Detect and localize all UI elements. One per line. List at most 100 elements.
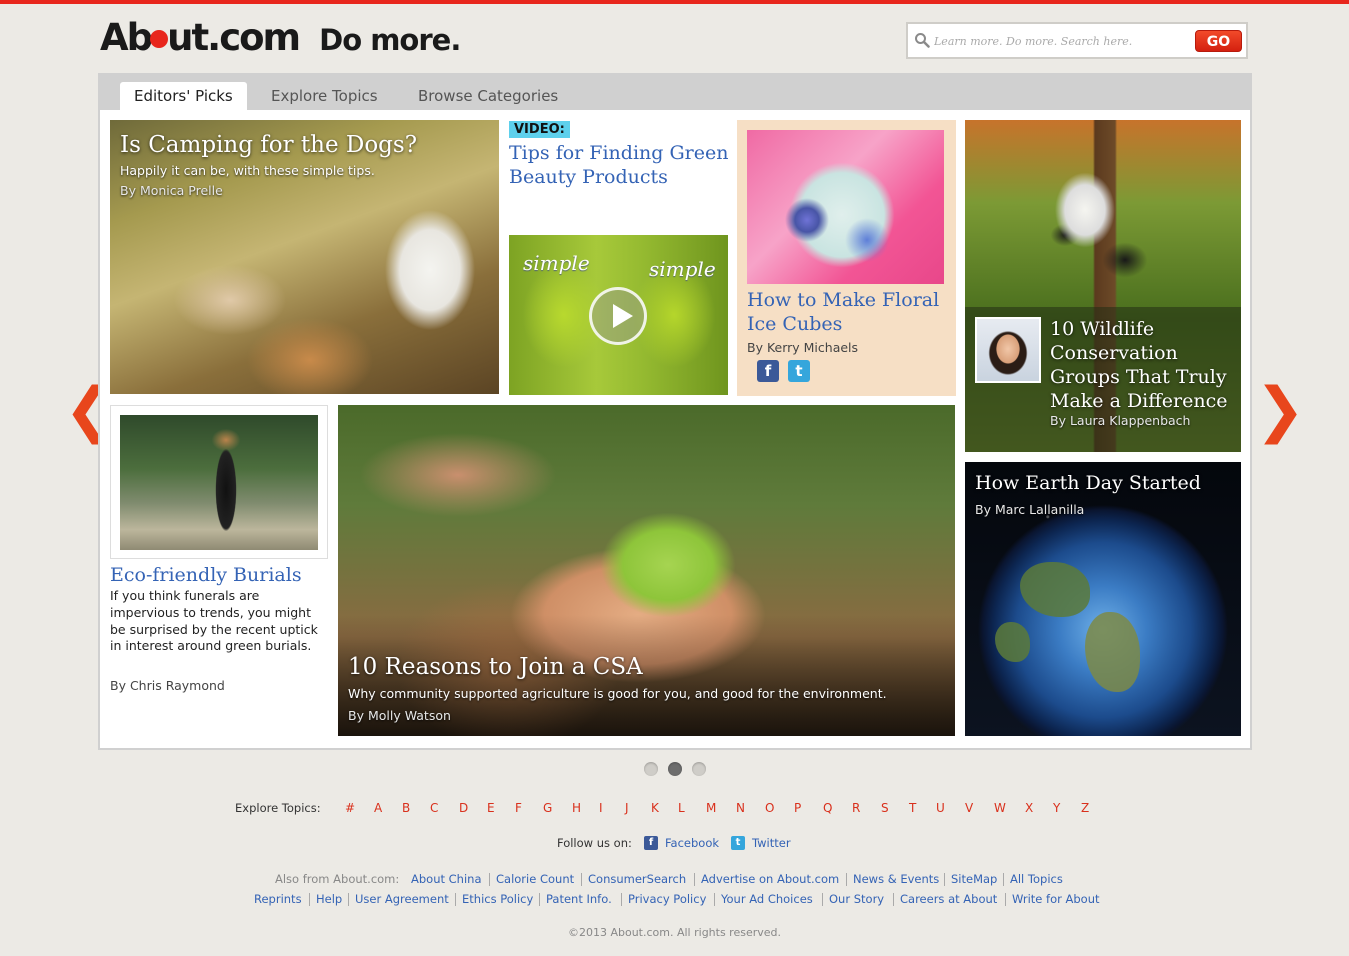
- topic-letter-link[interactable]: E: [487, 801, 495, 815]
- topic-letter-link[interactable]: V: [965, 801, 973, 815]
- topic-letter-link[interactable]: U: [936, 801, 945, 815]
- topic-letter-link[interactable]: W: [994, 801, 1006, 815]
- footer-link[interactable]: News & Events: [853, 872, 939, 886]
- footer-link[interactable]: Write for About: [1012, 892, 1100, 906]
- link-separator: [846, 873, 847, 886]
- card-title-link[interactable]: Eco-friendly Burials: [110, 563, 302, 587]
- topic-letter-link[interactable]: C: [430, 801, 438, 815]
- topic-letter-link[interactable]: Y: [1053, 801, 1060, 815]
- card-title[interactable]: 10 Reasons to Join a CSA: [348, 654, 643, 680]
- twitter-icon[interactable]: t: [788, 360, 810, 382]
- also-from-label: Also from About.com:: [275, 872, 400, 886]
- topic-letter-link[interactable]: X: [1025, 801, 1033, 815]
- go-button[interactable]: GO: [1195, 30, 1242, 52]
- prev-arrow-icon[interactable]: ❮: [64, 380, 114, 442]
- floral-ice-cubes-image[interactable]: [747, 130, 944, 284]
- video-title-link[interactable]: Tips for Finding Green Beauty Products: [509, 141, 729, 189]
- footer-link[interactable]: SiteMap: [951, 872, 997, 886]
- topic-letter-link[interactable]: K: [651, 801, 659, 815]
- footer-link[interactable]: ConsumerSearch: [588, 872, 686, 886]
- footer-link[interactable]: Reprints: [254, 892, 302, 906]
- card-description: If you think funerals are impervious to …: [110, 588, 318, 654]
- logo-dot-icon: [150, 30, 169, 48]
- burials-image: [120, 415, 318, 550]
- camping-card[interactable]: Is Camping for the Dogs? Happily it can …: [110, 120, 499, 394]
- link-separator: [539, 893, 540, 906]
- twitter-icon[interactable]: t: [731, 836, 745, 850]
- csa-card[interactable]: 10 Reasons to Join a CSA Why community s…: [338, 405, 955, 736]
- topic-letter-link[interactable]: G: [543, 801, 552, 815]
- wildlife-card[interactable]: 10 Wildlife Conservation Groups That Tru…: [965, 120, 1241, 452]
- footer-link[interactable]: Your Ad Choices: [721, 892, 813, 906]
- footer-link[interactable]: Our Story: [829, 892, 884, 906]
- topic-letter-link[interactable]: N: [736, 801, 745, 815]
- card-title-link[interactable]: How to Make Floral Ice Cubes: [747, 288, 947, 336]
- card-byline: By Kerry Michaels: [747, 340, 859, 355]
- footer-link[interactable]: Advertise on About.com: [701, 872, 839, 886]
- topic-letter-link[interactable]: F: [515, 801, 522, 815]
- footer-link[interactable]: Patent Info.: [546, 892, 612, 906]
- topic-letter-link[interactable]: J: [625, 801, 629, 815]
- topic-letter-link[interactable]: R: [852, 801, 860, 815]
- tab-editors-picks[interactable]: Editors' Picks: [120, 82, 247, 110]
- facebook-icon[interactable]: f: [757, 360, 779, 382]
- editors-picks-panel: Editors' Picks Explore Topics Browse Cat…: [98, 73, 1252, 750]
- card-title[interactable]: How Earth Day Started: [975, 472, 1201, 494]
- footer-link[interactable]: User Agreement: [355, 892, 449, 906]
- earth-land: [995, 622, 1030, 662]
- link-separator: [581, 873, 582, 886]
- burials-image-frame[interactable]: [110, 405, 328, 559]
- tagline: Do more.: [319, 23, 461, 57]
- topic-letter-link[interactable]: D: [459, 801, 468, 815]
- topic-letter-link[interactable]: S: [881, 801, 889, 815]
- video-thumbnail[interactable]: simple simple: [509, 235, 728, 395]
- tab-browse-categories[interactable]: Browse Categories: [404, 82, 572, 110]
- topic-letter-link[interactable]: M: [706, 801, 716, 815]
- topic-letter-link[interactable]: Q: [823, 801, 832, 815]
- topic-letter-link[interactable]: I: [599, 801, 603, 815]
- footer-link[interactable]: About China: [411, 872, 482, 886]
- card-subtitle: Why community supported agriculture is g…: [348, 686, 887, 701]
- footer-link[interactable]: Calorie Count: [496, 872, 574, 886]
- facebook-icon[interactable]: f: [644, 836, 658, 850]
- tab-explore-topics[interactable]: Explore Topics: [257, 82, 392, 110]
- footer-link[interactable]: Careers at About: [900, 892, 997, 906]
- card-title[interactable]: 10 Wildlife Conservation Groups That Tru…: [1050, 317, 1235, 413]
- link-separator: [694, 873, 695, 886]
- footer-link[interactable]: Privacy Policy: [628, 892, 706, 906]
- card-byline: By Laura Klappenbach: [1050, 413, 1191, 428]
- topic-letter-link[interactable]: T: [909, 801, 916, 815]
- topic-letter-link[interactable]: B: [402, 801, 410, 815]
- play-icon[interactable]: [589, 287, 647, 345]
- topic-letter-link[interactable]: H: [572, 801, 581, 815]
- carousel-dot[interactable]: [644, 762, 658, 776]
- link-separator: [489, 873, 490, 886]
- topic-letter-link[interactable]: #: [345, 801, 355, 815]
- link-separator: [1005, 893, 1006, 906]
- search-input[interactable]: [934, 30, 1184, 52]
- top-accent-bar: [0, 0, 1349, 4]
- carousel-dot-active[interactable]: [668, 762, 682, 776]
- search-box: GO: [906, 22, 1248, 59]
- earth-day-card[interactable]: How Earth Day Started By Marc Lallanilla: [965, 462, 1241, 736]
- card-subtitle: Happily it can be, with these simple tip…: [120, 163, 375, 178]
- topic-letter-link[interactable]: Z: [1081, 801, 1089, 815]
- twitter-link[interactable]: Twitter: [752, 836, 791, 850]
- card-title[interactable]: Is Camping for the Dogs?: [120, 132, 417, 158]
- topic-letter-link[interactable]: L: [678, 801, 685, 815]
- carousel-dot[interactable]: [692, 762, 706, 776]
- facebook-link[interactable]: Facebook: [665, 836, 719, 850]
- product-label: simple: [523, 251, 590, 275]
- footer-link[interactable]: Help: [316, 892, 342, 906]
- floral-ice-cubes-card: How to Make Floral Ice Cubes By Kerry Mi…: [737, 120, 956, 396]
- topic-letter-link[interactable]: A: [374, 801, 382, 815]
- topic-letter-link[interactable]: O: [765, 801, 774, 815]
- footer-link[interactable]: Ethics Policy: [462, 892, 533, 906]
- next-arrow-icon[interactable]: ❯: [1255, 380, 1305, 442]
- footer-link[interactable]: All Topics: [1010, 872, 1063, 886]
- topic-letter-link[interactable]: P: [794, 801, 801, 815]
- about-logo[interactable]: Ab ut.com Do more.: [100, 16, 461, 60]
- link-separator: [621, 893, 622, 906]
- card-byline: By Molly Watson: [348, 708, 451, 723]
- link-separator: [714, 893, 715, 906]
